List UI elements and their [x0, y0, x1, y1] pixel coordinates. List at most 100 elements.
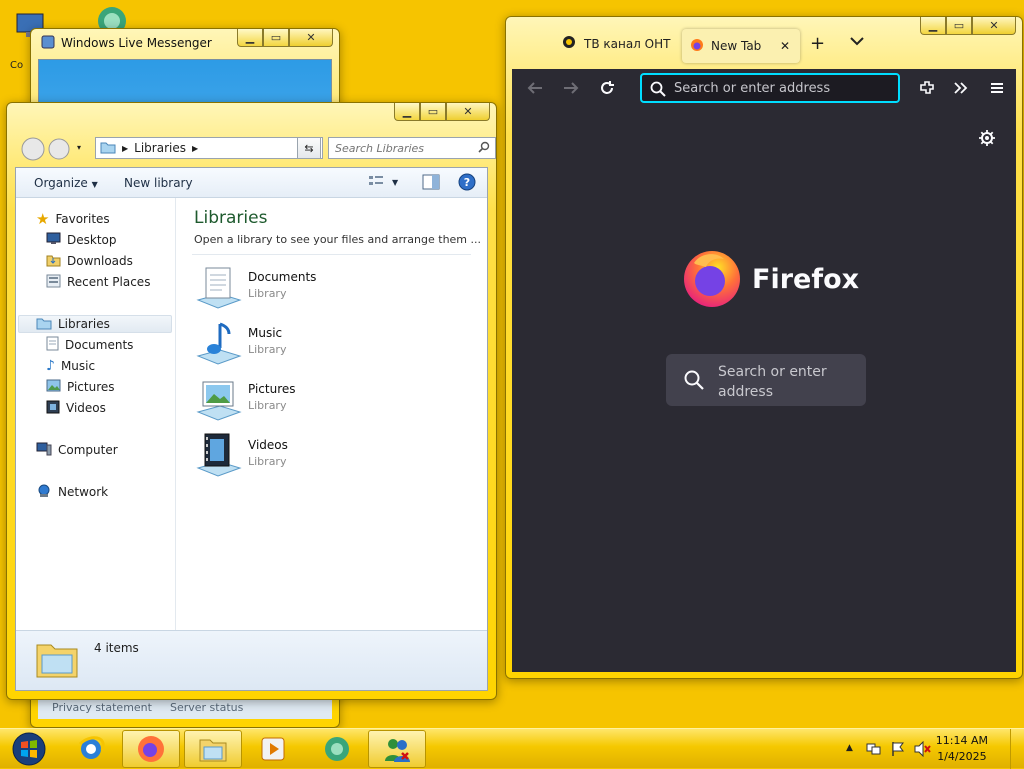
organize-button[interactable]: Organize ▼: [34, 176, 98, 190]
library-type: Library: [248, 399, 287, 412]
library-name: Videos: [248, 438, 288, 452]
back-forward-buttons[interactable]: [19, 137, 75, 161]
item-count: 4 items: [94, 641, 139, 655]
internet-explorer-taskbar-icon[interactable]: [62, 730, 120, 768]
url-input[interactable]: [672, 79, 892, 97]
media-player-taskbar-icon[interactable]: [244, 730, 302, 768]
nav-computer[interactable]: Computer: [36, 441, 118, 459]
libraries-folder-icon: [100, 140, 116, 157]
settings-gear-icon[interactable]: [978, 129, 996, 147]
preview-pane-button[interactable]: [422, 174, 440, 193]
nav-music[interactable]: ♪ Music: [46, 357, 95, 375]
new-tab-button[interactable]: +: [810, 33, 825, 54]
breadcrumb-libraries[interactable]: Libraries: [134, 141, 186, 155]
nav-videos[interactable]: Videos: [46, 399, 106, 417]
nav-downloads[interactable]: Downloads: [46, 252, 133, 270]
help-button[interactable]: ?: [458, 173, 476, 194]
library-name: Music: [248, 326, 283, 340]
system-clock[interactable]: 11:14 AM 1/4/2025: [936, 733, 988, 765]
server-status-link[interactable]: Server status: [170, 701, 243, 715]
messenger-people-taskbar-icon[interactable]: [368, 730, 426, 768]
svg-text:?: ?: [464, 176, 470, 189]
nav-pictures[interactable]: Pictures: [46, 378, 115, 396]
recent-places-icon: [46, 274, 61, 291]
back-arrow-icon[interactable]: [526, 79, 544, 97]
menu-hamburger-icon[interactable]: [988, 79, 1006, 97]
library-type: Library: [248, 343, 287, 356]
firefox-window[interactable]: ▁ ▭ ✕ ТВ канал ОНТ New Tab ✕ + Search or…: [505, 16, 1023, 679]
content-search-placeholder: Search or enter address: [718, 364, 827, 400]
start-button[interactable]: [2, 730, 56, 768]
change-view-button[interactable]: [368, 174, 384, 191]
documents-icon: [46, 336, 59, 354]
divider: [192, 254, 471, 255]
library-videos[interactable]: Videos Library: [194, 430, 394, 480]
library-documents[interactable]: Documents Library: [194, 262, 394, 312]
list-all-tabs-button[interactable]: [850, 35, 864, 49]
library-name: Pictures: [248, 382, 296, 396]
nav-favorites[interactable]: ★ Favorites: [36, 210, 110, 228]
search-icon: [684, 370, 704, 393]
explorer-client: Organize ▼ New library ▼ ? ★ Favorites D…: [15, 167, 488, 691]
explorer-close-button[interactable]: ✕: [446, 103, 490, 121]
nav-desktop[interactable]: Desktop: [46, 231, 117, 249]
taskbar: ▲ 11:14 AM 1/4/2025: [0, 728, 1024, 769]
nav-documents[interactable]: Documents: [46, 336, 133, 354]
network-icon: [36, 484, 52, 501]
close-tab-icon[interactable]: ✕: [780, 39, 790, 53]
recent-pages-dropdown-icon[interactable]: ▾: [77, 143, 81, 152]
navigation-pane: ★ Favorites Desktop Downloads Recent Pla…: [16, 198, 176, 630]
music-note-icon: ♪: [46, 358, 55, 374]
overflow-chevrons-icon[interactable]: [952, 79, 970, 97]
page-title: Libraries: [194, 208, 268, 228]
messenger-maximize-button[interactable]: ▭: [263, 29, 289, 47]
network-tray-icon[interactable]: [866, 741, 882, 760]
messenger-minimize-button[interactable]: ▁: [237, 29, 263, 47]
nav-toolbar: [512, 69, 1016, 109]
extensions-icon[interactable]: [918, 79, 936, 97]
address-bar[interactable]: ▶ Libraries ▶ ▼: [95, 137, 323, 159]
new-library-button[interactable]: New library: [124, 176, 193, 190]
forward-arrow-icon[interactable]: [562, 79, 580, 97]
music-library-icon: [194, 318, 244, 368]
explorer-maximize-button[interactable]: ▭: [420, 103, 446, 121]
explorer-taskbar-icon[interactable]: [184, 730, 242, 768]
library-music[interactable]: Music Library: [194, 318, 394, 368]
show-hidden-icons-button[interactable]: ▲: [846, 743, 853, 753]
action-center-flag-icon[interactable]: [890, 741, 906, 760]
breadcrumb-arrow-icon[interactable]: ▶: [192, 144, 198, 153]
search-icon[interactable]: [478, 141, 490, 156]
search-libraries-box[interactable]: [328, 137, 496, 159]
documents-library-icon: [194, 262, 244, 312]
nav-network[interactable]: Network: [36, 483, 108, 501]
reload-icon[interactable]: [598, 79, 616, 97]
tab-new-tab[interactable]: New Tab ✕: [682, 29, 800, 63]
view-dropdown-icon[interactable]: ▼: [392, 178, 398, 187]
new-tab-page: Firefox Search or enter address: [512, 109, 1016, 672]
nav-libraries[interactable]: Libraries: [18, 315, 172, 333]
library-pictures[interactable]: Pictures Library: [194, 374, 394, 424]
volume-muted-icon[interactable]: [914, 740, 932, 760]
computer-icon: [36, 442, 52, 459]
refresh-button[interactable]: ⇆: [297, 137, 321, 159]
url-bar[interactable]: [640, 73, 900, 103]
search-input[interactable]: [329, 138, 469, 158]
content-pane: Libraries Open a library to see your fil…: [176, 198, 487, 630]
ont-favicon-icon: [562, 35, 576, 52]
computer-desktop-label: Co: [10, 60, 24, 71]
explorer-minimize-button[interactable]: ▁: [394, 103, 420, 121]
tab-ont[interactable]: ТВ канал ОНТ: [562, 35, 670, 52]
page-subtitle: Open a library to see your files and arr…: [194, 233, 482, 246]
show-desktop-button[interactable]: [1010, 729, 1024, 769]
explorer-window[interactable]: ▁ ▭ ✕ ▾ ▶ Libraries ▶ ▼ ⇆: [6, 102, 497, 700]
nav-recent-places[interactable]: Recent Places: [46, 273, 150, 291]
pictures-library-icon: [194, 374, 244, 424]
content-search-box[interactable]: Search or enter address: [666, 354, 866, 406]
messenger-taskbar-icon[interactable]: [308, 730, 366, 768]
firefox-taskbar-icon[interactable]: [122, 730, 180, 768]
tab-strip: ТВ канал ОНТ New Tab ✕ +: [512, 23, 1016, 69]
messenger-title: Windows Live Messenger: [61, 36, 212, 50]
privacy-statement-link[interactable]: Privacy statement: [52, 701, 152, 715]
messenger-close-button[interactable]: ✕: [289, 29, 333, 47]
firefox-wordmark: Firefox: [752, 264, 860, 295]
